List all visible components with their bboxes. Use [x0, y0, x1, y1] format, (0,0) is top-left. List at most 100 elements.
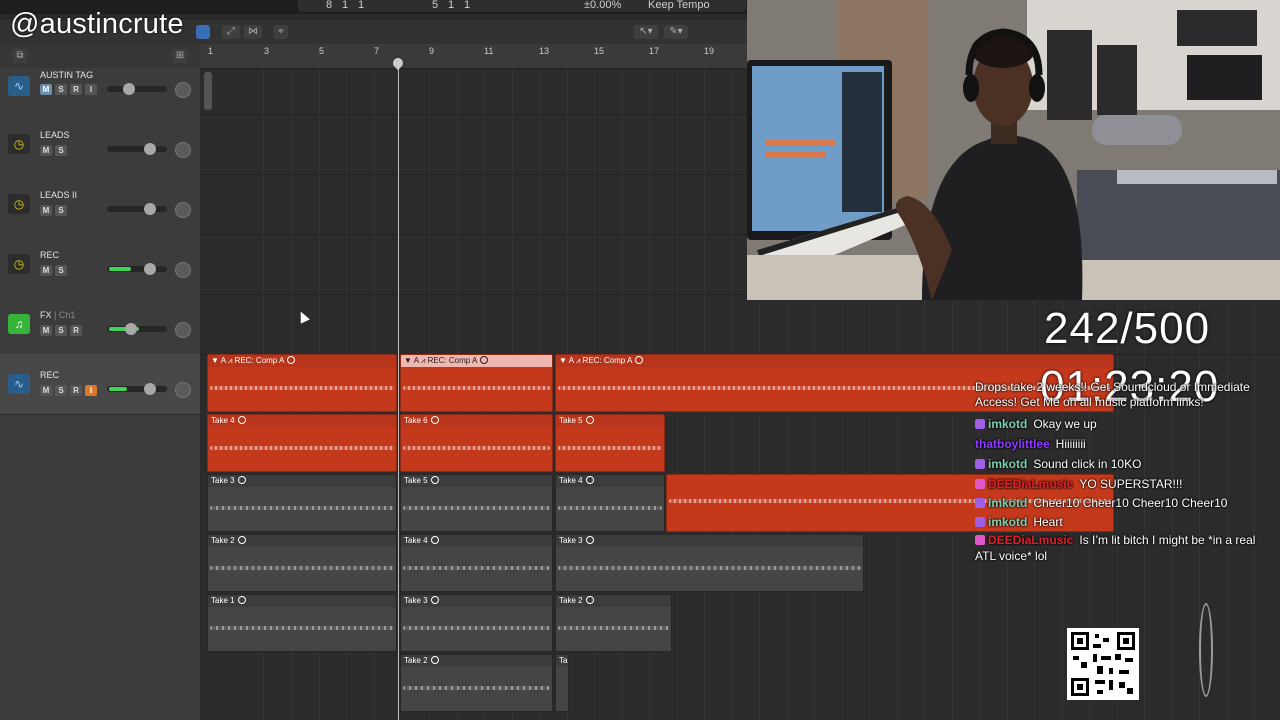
ruler-label: 7	[374, 46, 380, 56]
pan-knob[interactable]	[175, 142, 191, 158]
pan-knob[interactable]	[175, 82, 191, 98]
input-monitor-button[interactable]: I	[85, 385, 97, 396]
chat-message: imkotd Cheer10 Cheer10 Cheer10 Cheer10	[975, 494, 1275, 512]
solo-button[interactable]: S	[55, 205, 67, 216]
track-name: REC	[40, 370, 60, 380]
volume-fader[interactable]	[107, 203, 167, 215]
catch-icon[interactable]: ⌖	[274, 25, 288, 39]
clock-icon: ◷	[8, 134, 30, 154]
track-headers: ⧉ ⊞ ∿ AUSTIN TAG M S R I ◷ LEADS M S ◷ L…	[0, 44, 200, 720]
solo-button[interactable]: S	[55, 145, 67, 156]
lcd-display[interactable]: 8 1 1 5 1 1 ±0.00% Keep Tempo	[298, 0, 746, 12]
take-region[interactable]: Take 4	[555, 474, 665, 532]
track-rec-selected[interactable]: ∿ REC M S R I	[0, 354, 200, 415]
mute-button[interactable]: M	[40, 265, 52, 276]
ruler-label: 5	[319, 46, 325, 56]
track-fx[interactable]: ♫ FX | Ch1 M S R	[0, 294, 200, 355]
chat-message: imkotd Heart	[975, 512, 1275, 532]
take-region[interactable]: Take 2	[555, 594, 672, 652]
waveform-icon: ∿	[8, 374, 30, 394]
volume-fader[interactable]	[107, 263, 167, 275]
take-region[interactable]: Take 2	[400, 654, 553, 712]
take-region[interactable]: Take 3	[555, 534, 864, 592]
lcd-division: 1	[358, 0, 365, 11]
record-enable-button[interactable]: R	[70, 325, 82, 336]
pointer-tool-icon[interactable]: ↖▾	[634, 25, 658, 39]
take-region[interactable]: Take 3	[207, 474, 397, 532]
track-channel: | Ch1	[51, 310, 76, 320]
track-austin-tag[interactable]: ∿ AUSTIN TAG M S R I	[0, 68, 200, 115]
record-enable-button[interactable]: R	[70, 385, 82, 396]
comp-region[interactable]: ▼ A ⩘ REC: Comp A	[400, 354, 553, 412]
take-region[interactable]: Take 1	[207, 594, 397, 652]
track-name: LEADS II	[40, 190, 78, 200]
playhead[interactable]	[398, 58, 399, 720]
solo-button[interactable]: S	[55, 325, 67, 336]
take-region[interactable]: Take 3	[400, 594, 553, 652]
webcam-image	[747, 0, 1280, 300]
solo-button[interactable]: S	[55, 385, 67, 396]
lcd-beat: 1	[342, 0, 349, 11]
mute-button[interactable]: M	[40, 325, 52, 336]
pan-knob[interactable]	[175, 322, 191, 338]
pan-knob[interactable]	[175, 382, 191, 398]
take-region[interactable]: Ta	[555, 654, 569, 712]
flex-icon[interactable]: ⋈	[244, 25, 262, 39]
music-note-icon: ♫	[8, 314, 30, 334]
take-region[interactable]: Take 4	[400, 534, 553, 592]
mute-button[interactable]: M	[40, 205, 52, 216]
level-meter	[109, 267, 131, 271]
take-region[interactable]: Take 2	[207, 534, 397, 592]
fader-knob[interactable]	[125, 323, 137, 335]
volume-fader[interactable]	[107, 83, 167, 95]
bar-ruler[interactable]: 1 3 5 7 9 11 13 15 17 19	[200, 44, 748, 69]
lcd-division-2: 1	[464, 0, 471, 11]
add-folder-icon[interactable]: ⊞	[172, 49, 188, 63]
take-region[interactable]: Take 5	[400, 474, 553, 532]
mute-button[interactable]: M	[40, 84, 52, 95]
fader-knob[interactable]	[144, 383, 156, 395]
track-leads-ii[interactable]: ◷ LEADS II M S	[0, 174, 200, 235]
ruler-label: 1	[208, 46, 214, 56]
fader-knob[interactable]	[144, 203, 156, 215]
take-region[interactable]: Take 6	[400, 414, 553, 472]
sub-goal-counter: 242/500	[1044, 304, 1211, 353]
chat-message: imkotd Sound click in 10KO	[975, 454, 1275, 474]
record-enable-button[interactable]: R	[70, 84, 82, 95]
ruler-label: 19	[704, 46, 715, 56]
pencil-tool-icon[interactable]: ✎▾	[664, 25, 688, 39]
volume-fader[interactable]	[107, 143, 167, 155]
track-name: FX | Ch1	[40, 310, 76, 320]
track-leads[interactable]: ◷ LEADS M S	[0, 114, 200, 175]
take-region[interactable]: Take 4	[207, 414, 397, 472]
input-monitor-button[interactable]: I	[85, 84, 97, 95]
solo-button[interactable]: S	[55, 265, 67, 276]
solo-button[interactable]: S	[55, 84, 67, 95]
volume-fader[interactable]	[107, 383, 167, 395]
chat-message: imkotd Okay we up	[975, 414, 1275, 434]
track-name: AUSTIN TAG	[40, 70, 94, 80]
automation-icon[interactable]: ⤢	[222, 25, 240, 39]
fader-knob[interactable]	[144, 263, 156, 275]
lcd-bar: 8	[326, 0, 333, 11]
vertical-scrollbar[interactable]	[204, 72, 212, 110]
mute-button[interactable]: M	[40, 145, 52, 156]
fader-knob[interactable]	[144, 143, 156, 155]
volume-fader[interactable]	[107, 323, 167, 335]
comp-region[interactable]: ▼ A ⩘ REC: Comp A	[207, 354, 397, 412]
track-name: LEADS	[40, 130, 70, 140]
streamer-handle: @austincrute	[10, 8, 184, 40]
chat-pinned-message: Drops take 2 weeks!! Get Soundcloud or I…	[975, 380, 1250, 409]
take-region[interactable]: Take 5	[555, 414, 665, 472]
tempo-mode[interactable]: Keep Tempo	[648, 0, 710, 11]
mute-button[interactable]: M	[40, 385, 52, 396]
duplicate-track-icon[interactable]: ⧉	[12, 49, 28, 63]
pan-knob[interactable]	[175, 202, 191, 218]
pan-knob[interactable]	[175, 262, 191, 278]
heart-badge-icon	[975, 535, 985, 545]
subscriber-badge-icon	[975, 517, 985, 527]
region-view-button[interactable]	[196, 25, 210, 39]
fader-knob[interactable]	[123, 83, 135, 95]
lcd-bar-2: 5	[432, 0, 439, 11]
track-rec[interactable]: ◷ REC M S	[0, 234, 200, 295]
